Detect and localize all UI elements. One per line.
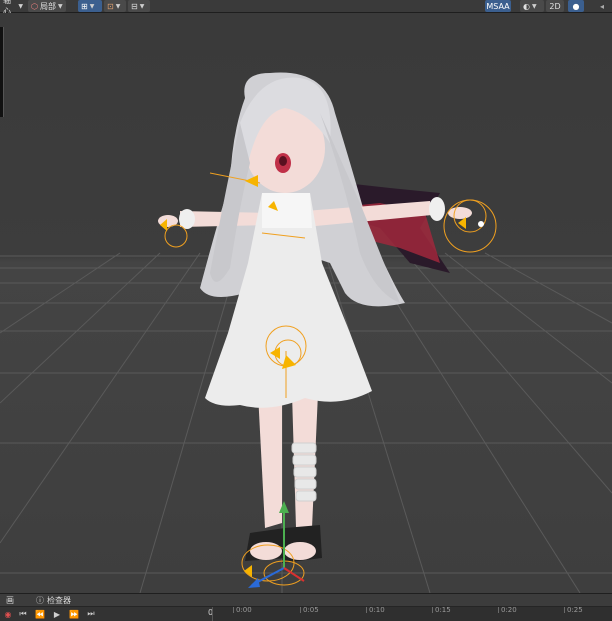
local-label: 局部: [39, 1, 56, 11]
bottom-tab-bar: 画 ⓘ 检查器: [0, 593, 612, 607]
snap-icon: ⊡: [107, 1, 114, 11]
bone-handle-dot[interactable]: [478, 221, 484, 227]
pupil: [279, 156, 287, 166]
tab-left-label: 画: [6, 596, 14, 605]
scene-canvas: [0, 72, 612, 593]
sphere-icon: ◐: [523, 1, 530, 11]
shading-mode-dropdown[interactable]: ◐ ▼: [520, 0, 544, 12]
chevron-down-icon: ▼: [531, 2, 537, 10]
right-cuff: [429, 197, 445, 221]
cube-icon: ⬡: [31, 1, 38, 11]
time-tick: 0:25: [564, 607, 583, 614]
info-icon: ⓘ: [36, 596, 44, 605]
time-tick: 0:20: [498, 607, 517, 614]
record-button[interactable]: ◉: [1, 608, 15, 620]
grid-icon: ⊞: [81, 1, 88, 11]
tab-inspector-label: 检查器: [47, 596, 71, 605]
mode-2d-label: 2D: [549, 1, 561, 11]
first-frame-button[interactable]: ⏮: [16, 608, 30, 620]
overlay-panel-edge: [0, 27, 4, 117]
lighting-toggle[interactable]: ●: [568, 0, 584, 12]
right-hand: [448, 207, 472, 219]
scene-viewport[interactable]: [0, 13, 612, 593]
time-ruler[interactable]: 0:00 0:05 0:10 0:15 0:20 0:25: [212, 607, 612, 621]
gizmo-toggle-dropdown[interactable]: ⊟ ▼: [128, 0, 150, 12]
chevron-down-icon: ▼: [57, 2, 63, 10]
chevron-down-icon: ▼: [89, 2, 95, 10]
msaa-label: MSAA: [486, 1, 510, 11]
local-dropdown[interactable]: ⬡ 局部 ▼: [28, 0, 66, 12]
last-frame-button[interactable]: ⏭: [84, 608, 98, 620]
lightbulb-icon: ●: [572, 1, 580, 11]
chevron-down-icon: ▼: [139, 2, 145, 10]
time-tick: 0:15: [432, 607, 451, 614]
chevron-down-icon: ▼: [115, 2, 121, 10]
mode-2d-toggle[interactable]: 2D: [546, 0, 564, 12]
dress-bodice: [262, 193, 312, 228]
left-leg: [258, 393, 282, 528]
speaker-icon: ◂: [599, 1, 604, 11]
timeline-bar: ◉ ⏮ ⏪ ▶ ⏩ ⏭ 0 0:00 0:05 0:10 0:15 0:20 0…: [0, 606, 612, 621]
pivot-dropdown[interactable]: 轴心 ▼: [0, 0, 26, 16]
audio-toggle[interactable]: ◂: [592, 0, 612, 12]
chevron-down-icon: ▼: [18, 2, 23, 10]
right-foot: [284, 542, 316, 560]
play-button[interactable]: ▶: [50, 608, 64, 620]
time-tick: 0:05: [300, 607, 319, 614]
time-tick: 0:00: [233, 607, 252, 614]
toggle-icon: ⊟: [131, 1, 138, 11]
prev-frame-button[interactable]: ⏪: [33, 608, 47, 620]
scene-toolbar: 轴心 ▼ ⬡ 局部 ▼ ⊞ ▼ ⊡ ▼ ⊟ ▼ MSAA ◐ ▼ 2D ● ◂: [0, 0, 612, 16]
snap-increment-dropdown[interactable]: ⊡ ▼: [104, 0, 126, 12]
time-tick: 0:10: [366, 607, 385, 614]
msaa-toggle[interactable]: MSAA: [485, 0, 511, 12]
next-frame-button[interactable]: ⏩: [67, 608, 81, 620]
grid-snap-dropdown[interactable]: ⊞ ▼: [78, 0, 102, 12]
